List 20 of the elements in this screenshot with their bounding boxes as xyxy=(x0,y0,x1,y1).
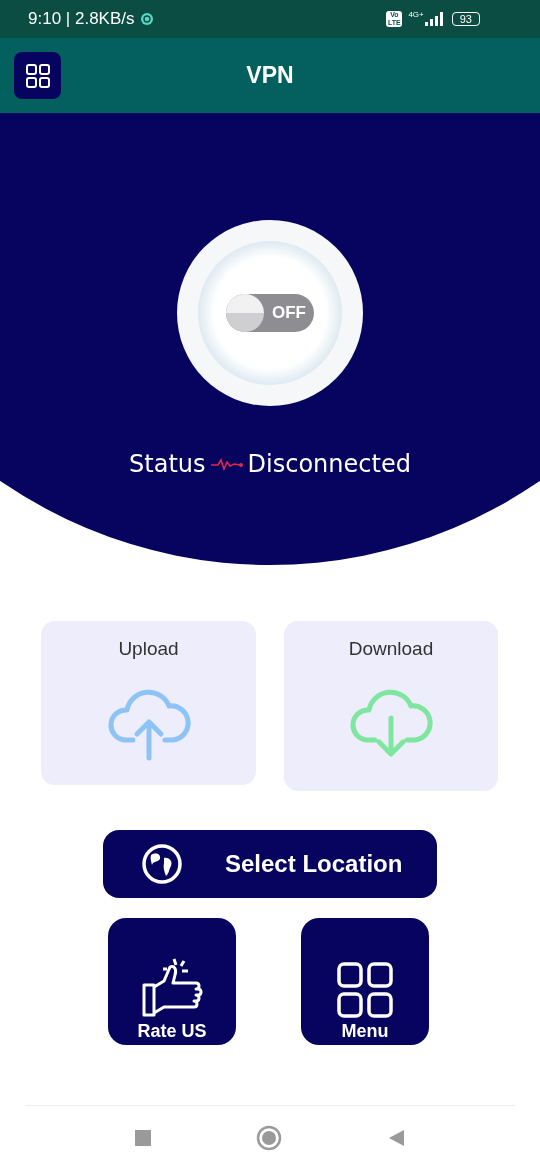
chat-icon xyxy=(140,12,155,26)
grid-icon xyxy=(24,62,51,89)
card-label: Download xyxy=(348,638,434,660)
status-time: 9:10 | 2.8KB/s xyxy=(28,9,135,29)
select-location-button[interactable]: Select Location xyxy=(103,830,437,898)
home-icon[interactable] xyxy=(256,1125,282,1151)
menu-button[interactable] xyxy=(14,52,61,99)
battery-indicator: 93 xyxy=(451,12,480,26)
network-label: 4G+ xyxy=(408,10,424,19)
card-label: Upload xyxy=(118,638,179,660)
pulse-icon xyxy=(209,457,244,471)
rate-us-button[interactable]: Rate US xyxy=(108,918,236,1045)
status-value: Disconnected xyxy=(247,450,411,478)
signal-icon xyxy=(423,12,446,26)
back-icon[interactable] xyxy=(387,1129,405,1147)
app-title: VPN xyxy=(246,62,294,89)
grid-icon xyxy=(336,961,394,1019)
status-label: Status xyxy=(129,450,206,478)
menu-tile-button[interactable]: Menu xyxy=(301,918,429,1045)
globe-icon xyxy=(141,843,183,885)
